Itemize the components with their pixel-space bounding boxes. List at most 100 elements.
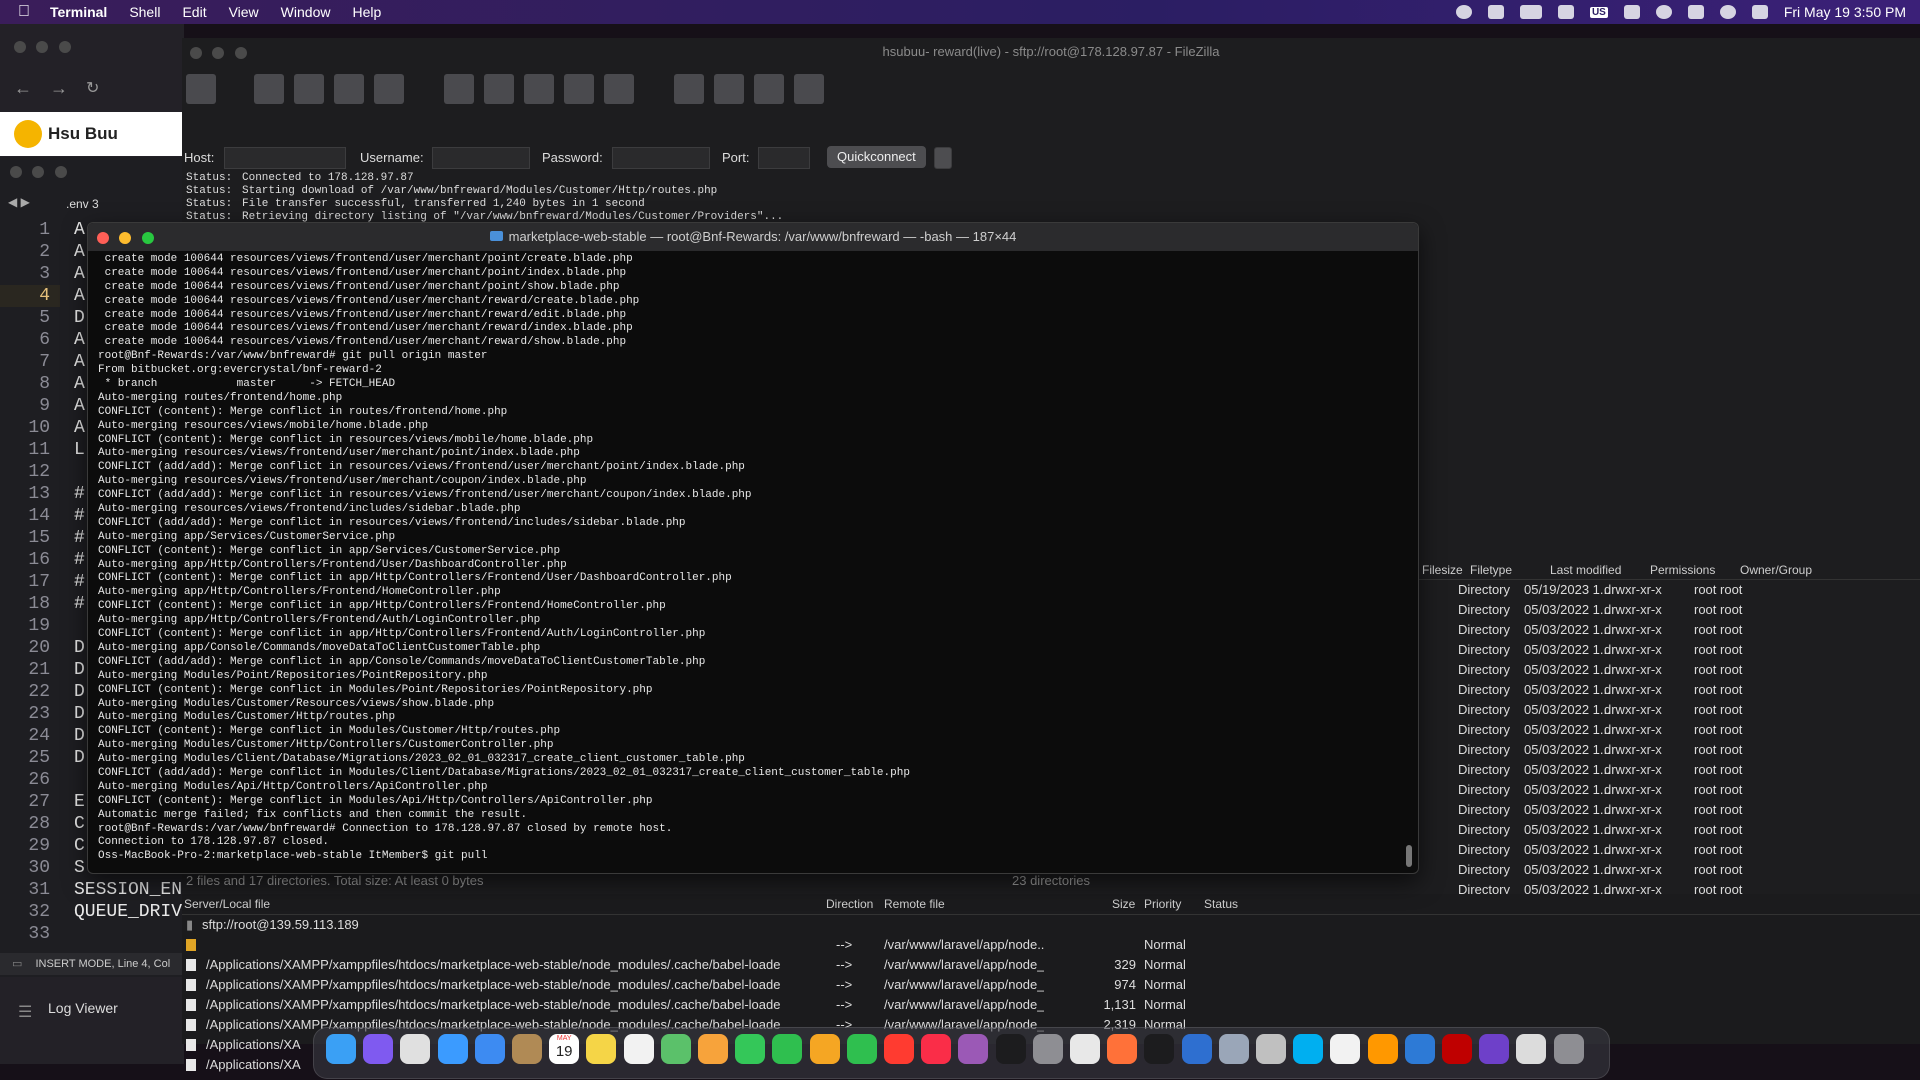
menu-edit[interactable]: Edit (182, 4, 206, 20)
finder-icon[interactable] (326, 1034, 356, 1064)
volume-icon[interactable] (1557, 5, 1574, 19)
github-desktop-icon[interactable] (1479, 1034, 1510, 1064)
pages-icon[interactable] (809, 1034, 840, 1064)
editor-tab[interactable]: .env 3 (66, 197, 99, 211)
local-tree-icon[interactable] (294, 74, 324, 104)
col-priority[interactable]: Priority (1144, 897, 1181, 911)
quickconnect-dropdown[interactable] (934, 147, 952, 169)
port-input[interactable] (758, 147, 810, 169)
contacts-icon[interactable] (512, 1034, 542, 1064)
remote-row[interactable]: Directory 05/03/2022 1...drwxr-xr-x root r… (1418, 740, 1920, 760)
queue-row[interactable]: /Applications/XAMPP/xamppfiles/htdocs/ma… (182, 995, 1920, 1015)
database-icon[interactable] (1256, 1034, 1286, 1064)
remote-row[interactable]: Directory 05/03/2022 1...drwxr-xr-x root r… (1418, 660, 1920, 680)
notion-icon[interactable] (1330, 1034, 1361, 1064)
terminal-scrollbar[interactable] (1404, 253, 1414, 871)
podcasts-icon[interactable] (958, 1034, 989, 1064)
zoom-button[interactable] (58, 41, 71, 53)
disconnect-icon[interactable] (564, 74, 594, 104)
remote-row[interactable]: Directory 05/03/2022 1...drwxr-xr-x root r… (1418, 600, 1920, 620)
password-input[interactable] (612, 147, 710, 169)
queue-row[interactable]: /Applications/XAMPP/xamppfiles/htdocs/ma… (182, 975, 1920, 995)
quickconnect-button[interactable]: Quickconnect (827, 146, 926, 168)
remote-row[interactable]: Directory 05/03/2022 1...drwxr-xr-x root r… (1418, 640, 1920, 660)
remote-row[interactable]: Directory 05/03/2022 1...drwxr-xr-x root r… (1418, 720, 1920, 740)
tab-nav-arrows-icon[interactable]: ◀ ▶ (8, 195, 30, 209)
vs-code-icon[interactable] (1404, 1034, 1435, 1064)
chrome-icon[interactable] (1070, 1034, 1100, 1064)
remote-row[interactable]: Directory 05/03/2022 1...drwxr-xr-x root r… (1418, 800, 1920, 820)
queue-row[interactable]: --> /var/www/laravel/app/node... Normal (182, 935, 1920, 955)
reload-icon[interactable]: ↻ (86, 78, 99, 98)
remote-row[interactable]: Directory 05/03/2022 1...drwxr-xr-x root r… (1418, 760, 1920, 780)
remote-row[interactable]: Directory 05/03/2022 1...drwxr-xr-x root r… (1418, 700, 1920, 720)
tv-icon[interactable] (995, 1034, 1026, 1064)
directory-compare-icon[interactable] (674, 74, 704, 104)
sync-browse-icon[interactable] (714, 74, 744, 104)
remote-row[interactable]: Directory 05/03/2022 1...drwxr-xr-x root r… (1418, 680, 1920, 700)
menu-window[interactable]: Window (281, 4, 331, 20)
wifi-icon[interactable] (1623, 5, 1640, 19)
menu-shell[interactable]: Shell (129, 4, 160, 20)
eject-icon[interactable] (1687, 5, 1704, 19)
remote-row[interactable]: Directory 05/03/2022 1...drwxr-xr-x root r… (1418, 780, 1920, 800)
status-app-icon[interactable] (1455, 5, 1472, 19)
scrollbar-thumb[interactable] (1406, 845, 1412, 867)
menu-view[interactable]: View (229, 4, 259, 20)
sublime-text-icon[interactable] (1367, 1034, 1398, 1064)
remote-row[interactable]: Directory 05/03/2022 1...drwxr-xr-x root r… (1418, 840, 1920, 860)
back-arrow-icon[interactable]: ← (14, 78, 32, 99)
numbers-icon[interactable] (846, 1034, 877, 1064)
close-button[interactable] (14, 41, 26, 53)
notes-icon[interactable] (586, 1034, 617, 1064)
firefox-icon[interactable] (1107, 1034, 1138, 1064)
siri-icon[interactable] (363, 1034, 394, 1064)
log-viewer-link[interactable]: Log Viewer (48, 1000, 118, 1016)
message-log-icon[interactable] (254, 74, 284, 104)
transfer-queue-icon[interactable] (374, 74, 404, 104)
col-remote-file[interactable]: Remote file (884, 897, 945, 911)
terminal-icon[interactable] (1144, 1034, 1175, 1064)
close-button[interactable] (10, 166, 22, 178)
menubar-clock[interactable]: Fri May 19 3:50 PM (1784, 4, 1906, 20)
photos-icon[interactable] (698, 1034, 728, 1064)
reminders-icon[interactable] (623, 1034, 654, 1064)
trash-icon[interactable] (1553, 1034, 1584, 1064)
col-filesize[interactable]: Filesize (1422, 563, 1463, 577)
user-icon[interactable] (1655, 5, 1672, 19)
col-status[interactable]: Status (1204, 897, 1238, 911)
chat-icon[interactable] (1487, 5, 1504, 19)
system-preferences-icon[interactable] (1032, 1034, 1063, 1064)
cancel-icon[interactable] (524, 74, 554, 104)
col-permissions[interactable]: Permissions (1650, 563, 1715, 577)
xcode-tools-icon[interactable] (1181, 1034, 1212, 1064)
minimize-button[interactable] (36, 41, 49, 53)
minimize-button[interactable] (119, 232, 132, 244)
col-server-local-file[interactable]: Server/Local file (184, 897, 270, 911)
close-button[interactable] (97, 232, 109, 244)
facetime-icon[interactable] (772, 1034, 803, 1064)
refresh-icon[interactable] (444, 74, 474, 104)
status-panel-icon[interactable]: ▭ (12, 958, 22, 970)
zoom-button[interactable] (54, 166, 67, 178)
cloud-icon[interactable] (1519, 5, 1542, 19)
remote-row[interactable]: Directory 05/03/2022 1...drwxr-xr-x root r… (1418, 620, 1920, 640)
menu-help[interactable]: Help (352, 4, 381, 20)
zoom-button[interactable] (141, 232, 154, 244)
site-manager-icon[interactable] (186, 74, 216, 104)
editor-line[interactable]: QUEUE_DRIV (74, 901, 182, 923)
spotlight-search-icon[interactable] (1719, 5, 1736, 19)
host-input[interactable] (224, 147, 346, 169)
remote-row[interactable]: Directory 05/03/2022 1...drwxr-xr-x root r… (1418, 860, 1920, 880)
site-name[interactable]: Hsu Buu (48, 124, 118, 144)
sync-icon[interactable] (754, 74, 784, 104)
maps-icon[interactable] (660, 1034, 691, 1064)
col-last-modified[interactable]: Last modified (1550, 563, 1621, 577)
forward-arrow-icon[interactable]: → (50, 78, 68, 99)
username-input[interactable] (432, 147, 530, 169)
col-owner-group[interactable]: Owner/Group (1740, 563, 1812, 577)
editor-line[interactable]: SESSION_EN (74, 879, 182, 901)
menu-app-terminal[interactable]: Terminal (50, 4, 107, 20)
launchpad-icon[interactable] (400, 1034, 431, 1064)
filter-icon[interactable] (484, 74, 514, 104)
